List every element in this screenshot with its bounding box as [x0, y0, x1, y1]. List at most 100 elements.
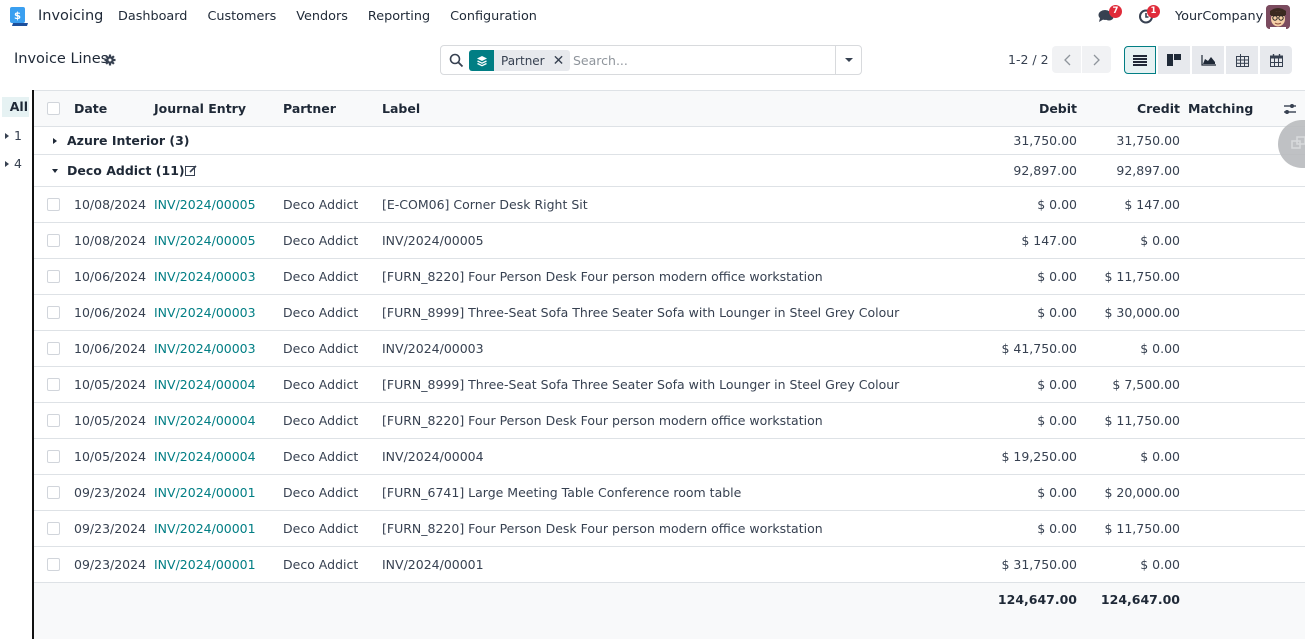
cell-date: 09/23/2024	[74, 485, 147, 500]
table-row[interactable]: 10/05/2024 INV/2024/00004 Deco Addict [FURN…	[34, 367, 1305, 403]
list-icon	[1133, 54, 1147, 66]
menu-reporting[interactable]: Reporting	[368, 9, 430, 24]
table-row[interactable]: 10/08/2024 INV/2024/00005 Deco Addict [E-CO…	[34, 187, 1305, 223]
select-all-checkbox[interactable]	[47, 102, 60, 115]
cell-partner: Deco Addict	[283, 413, 359, 428]
table-row[interactable]: 10/05/2024 INV/2024/00004 Deco Addict [FURN…	[34, 403, 1305, 439]
cell-journal-entry-link[interactable]: INV/2024/00004	[154, 367, 256, 402]
cell-credit: $ 20,000.00	[1104, 485, 1180, 500]
copy-windows-icon	[1291, 136, 1305, 149]
page-title: Invoice Lines	[14, 51, 109, 67]
row-checkbox[interactable]	[47, 522, 60, 535]
cell-credit: $ 11,750.00	[1104, 521, 1180, 536]
top-navbar: $ Invoicing Dashboard Customers Vendors …	[0, 0, 1305, 34]
user-avatar[interactable]	[1266, 5, 1290, 29]
gear-icon[interactable]	[104, 54, 116, 66]
activities-badge: 1	[1147, 5, 1160, 18]
cell-journal-entry-link[interactable]: INV/2024/00001	[154, 475, 256, 510]
list-view-button[interactable]	[1124, 46, 1156, 74]
table-row[interactable]: 10/06/2024 INV/2024/00003 Deco Addict [FURN…	[34, 259, 1305, 295]
row-checkbox[interactable]	[47, 270, 60, 283]
kanban-view-button[interactable]	[1158, 46, 1190, 74]
group-credit-total: 31,750.00	[1116, 133, 1180, 148]
group-credit-total: 92,897.00	[1116, 163, 1180, 178]
row-checkbox[interactable]	[47, 486, 60, 499]
cell-debit: $ 0.00	[1037, 269, 1077, 284]
search-panel-item[interactable]: 1	[5, 128, 22, 143]
cell-partner: Deco Addict	[283, 197, 359, 212]
row-checkbox[interactable]	[47, 450, 60, 463]
chevron-right-icon	[1093, 54, 1100, 65]
graph-view-button[interactable]	[1192, 46, 1224, 74]
main-menu: Dashboard Customers Vendors Reporting Co…	[118, 9, 557, 24]
column-credit[interactable]: Credit	[1077, 101, 1180, 116]
search-icon[interactable]	[449, 53, 464, 68]
cell-debit: $ 0.00	[1037, 485, 1077, 500]
group-row-deco-addict[interactable]: Deco Addict (11) 92,897.00 92,897.00	[34, 155, 1305, 187]
search-panel-item[interactable]: 4	[5, 156, 22, 171]
group-name: Azure Interior (3)	[67, 133, 190, 148]
search-input[interactable]	[573, 50, 833, 71]
cell-journal-entry-link[interactable]: INV/2024/00005	[154, 223, 256, 258]
table-row[interactable]: 10/05/2024 INV/2024/00004 Deco Addict INV/2…	[34, 439, 1305, 475]
column-date[interactable]: Date	[74, 101, 107, 116]
cell-credit: $ 0.00	[1140, 557, 1180, 572]
row-checkbox[interactable]	[47, 378, 60, 391]
caret-down-icon	[844, 58, 853, 62]
cell-partner: Deco Addict	[283, 521, 359, 536]
table-row[interactable]: 10/06/2024 INV/2024/00003 Deco Addict [FURN…	[34, 295, 1305, 331]
app-name[interactable]: Invoicing	[38, 8, 103, 24]
menu-configuration[interactable]: Configuration	[450, 9, 537, 24]
table-row[interactable]: 09/23/2024 INV/2024/00001 Deco Addict [FURN…	[34, 475, 1305, 511]
table-row[interactable]: 09/23/2024 INV/2024/00001 Deco Addict INV/2…	[34, 547, 1305, 583]
group-row-azure-interior[interactable]: Azure Interior (3) 31,750.00 31,750.00	[34, 127, 1305, 155]
row-checkbox[interactable]	[47, 306, 60, 319]
pager-next-button[interactable]	[1082, 46, 1111, 73]
search-options-toggle[interactable]	[835, 46, 861, 74]
pager-previous-button[interactable]	[1052, 46, 1081, 73]
column-label[interactable]: Label	[382, 101, 420, 116]
column-partner[interactable]: Partner	[283, 101, 336, 116]
row-checkbox[interactable]	[47, 414, 60, 427]
table-row[interactable]: 10/08/2024 INV/2024/00005 Deco Addict INV/2…	[34, 223, 1305, 259]
cell-journal-entry-link[interactable]: INV/2024/00001	[154, 511, 256, 546]
cell-journal-entry-link[interactable]: INV/2024/00004	[154, 439, 256, 474]
cell-partner: Deco Addict	[283, 269, 359, 284]
calendar-view-button[interactable]	[1260, 46, 1292, 74]
facet-value: Partner	[494, 50, 551, 71]
menu-vendors[interactable]: Vendors	[296, 9, 348, 24]
total-debit: 124,647.00	[997, 591, 1077, 607]
search-panel-all[interactable]: All	[2, 97, 29, 117]
cell-label: INV/2024/00004	[382, 449, 484, 464]
row-checkbox[interactable]	[47, 234, 60, 247]
pivot-view-button[interactable]	[1226, 46, 1258, 74]
company-switcher[interactable]: YourCompany	[1175, 9, 1263, 24]
search-panel: All 1 4	[0, 90, 33, 639]
cell-date: 10/05/2024	[74, 413, 147, 428]
edit-group-icon[interactable]	[185, 155, 197, 186]
invoicing-app-icon[interactable]: $	[10, 7, 28, 26]
row-checkbox[interactable]	[47, 342, 60, 355]
column-matching[interactable]: Matching	[1188, 101, 1253, 116]
column-journal-entry[interactable]: Journal Entry	[154, 101, 246, 116]
cell-journal-entry-link[interactable]: INV/2024/00004	[154, 403, 256, 438]
cell-journal-entry-link[interactable]: INV/2024/00003	[154, 259, 256, 294]
column-debit[interactable]: Debit	[934, 101, 1077, 116]
row-checkbox[interactable]	[47, 198, 60, 211]
table-row[interactable]: 10/06/2024 INV/2024/00003 Deco Addict INV/2…	[34, 331, 1305, 367]
cell-partner: Deco Addict	[283, 485, 359, 500]
cell-journal-entry-link[interactable]: INV/2024/00003	[154, 295, 256, 330]
optional-columns-sliders-icon[interactable]	[1283, 102, 1297, 116]
cell-date: 10/08/2024	[74, 197, 147, 212]
cell-journal-entry-link[interactable]: INV/2024/00005	[154, 187, 256, 222]
cell-journal-entry-link[interactable]: INV/2024/00001	[154, 547, 256, 582]
cell-label: [E-COM06] Corner Desk Right Sit	[382, 197, 588, 212]
menu-dashboard[interactable]: Dashboard	[118, 9, 187, 24]
menu-customers[interactable]: Customers	[207, 9, 276, 24]
cell-journal-entry-link[interactable]: INV/2024/00003	[154, 331, 256, 366]
row-checkbox[interactable]	[47, 558, 60, 571]
caret-right-icon	[5, 161, 9, 167]
remove-facet-close-icon[interactable]: ✕	[550, 50, 571, 71]
pager-value[interactable]: 1-2 / 2	[1008, 52, 1049, 67]
table-row[interactable]: 09/23/2024 INV/2024/00001 Deco Addict [FURN…	[34, 511, 1305, 547]
